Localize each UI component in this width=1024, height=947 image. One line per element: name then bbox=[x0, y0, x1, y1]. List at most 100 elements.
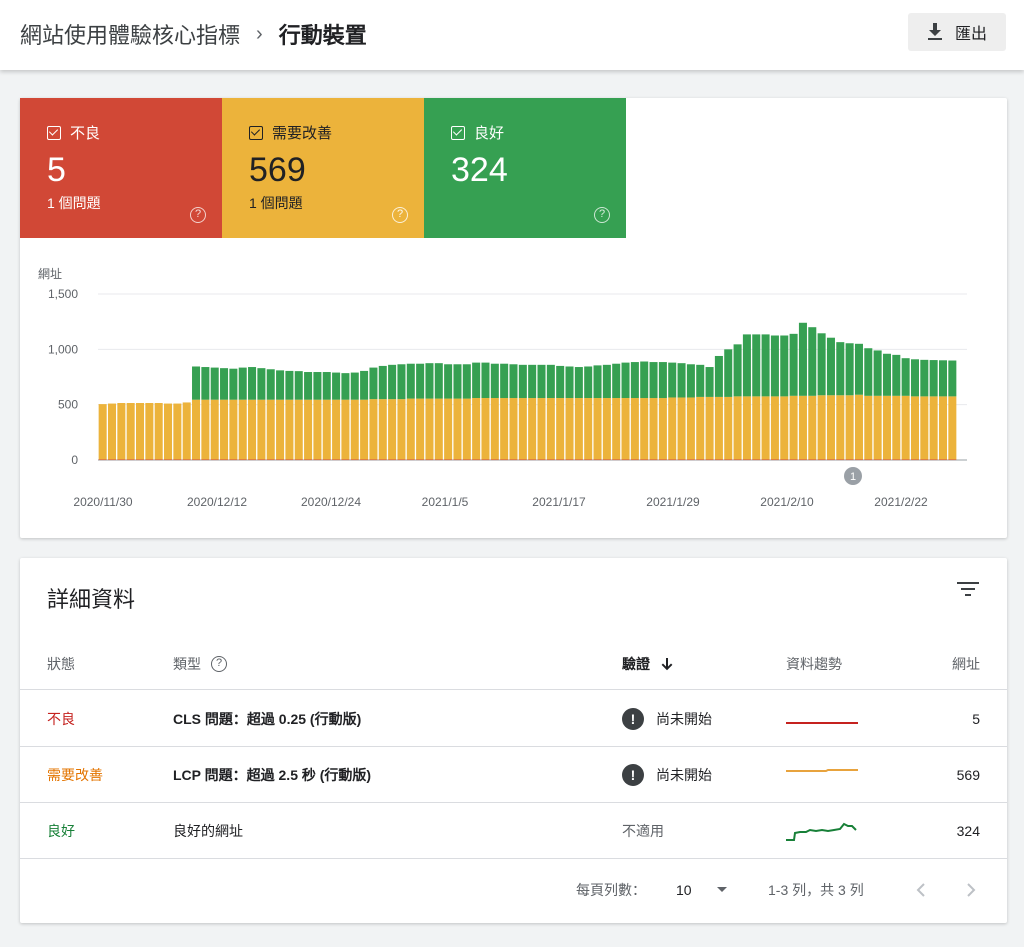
chart-bar-segment[interactable] bbox=[892, 395, 901, 460]
chart-bar-segment[interactable] bbox=[808, 395, 817, 460]
chart-bar-segment[interactable] bbox=[798, 395, 807, 460]
chart-bar-segment[interactable] bbox=[294, 371, 303, 400]
next-page-button[interactable] bbox=[965, 868, 977, 912]
chart-bar-segment[interactable] bbox=[416, 459, 425, 461]
chart-bar-segment[interactable] bbox=[266, 369, 275, 400]
chart-bar-segment[interactable] bbox=[238, 459, 247, 461]
chart-bar-segment[interactable] bbox=[630, 362, 639, 399]
chart-bar-segment[interactable] bbox=[257, 368, 266, 400]
chart-bar-segment[interactable] bbox=[845, 459, 854, 461]
chart-bar-segment[interactable] bbox=[434, 459, 443, 461]
chart-bar-segment[interactable] bbox=[192, 459, 201, 461]
chart-bar-segment[interactable] bbox=[546, 398, 555, 460]
col-header-type[interactable]: 類型 ? bbox=[173, 638, 227, 689]
chart-bar-segment[interactable] bbox=[276, 370, 285, 400]
help-icon[interactable]: ? bbox=[392, 207, 408, 223]
chart-bar-segment[interactable] bbox=[472, 362, 481, 399]
chart-bar-segment[interactable] bbox=[201, 367, 210, 400]
chart-bar-segment[interactable] bbox=[789, 395, 798, 460]
chart-bar-segment[interactable] bbox=[173, 459, 182, 461]
filter-icon[interactable] bbox=[957, 580, 979, 598]
rows-per-page-select[interactable]: 10 bbox=[676, 868, 728, 912]
chart-bar-segment[interactable] bbox=[350, 372, 359, 400]
chart-bar-segment[interactable] bbox=[546, 459, 555, 461]
chart-bar-segment[interactable] bbox=[733, 396, 742, 460]
chart-bar-segment[interactable] bbox=[640, 398, 649, 460]
table-row[interactable]: 良好 良好的網址 不適用 324 bbox=[20, 803, 1007, 859]
chart-bar-segment[interactable] bbox=[229, 399, 238, 460]
col-header-status[interactable]: 狀態 bbox=[47, 638, 75, 689]
chart-bar-segment[interactable] bbox=[164, 403, 173, 460]
chart-bar-segment[interactable] bbox=[434, 363, 443, 399]
chart-bar-segment[interactable] bbox=[341, 399, 350, 460]
chart-bar-segment[interactable] bbox=[537, 459, 546, 461]
chart-bar-segment[interactable] bbox=[397, 364, 406, 400]
chart-bar-segment[interactable] bbox=[257, 399, 266, 460]
chart-bar-segment[interactable] bbox=[360, 399, 369, 460]
chart-bar-segment[interactable] bbox=[444, 364, 453, 399]
chart-bar-segment[interactable] bbox=[528, 459, 537, 461]
chart-bar-segment[interactable] bbox=[948, 459, 957, 461]
chart-bar-segment[interactable] bbox=[332, 399, 341, 460]
chart-bar-segment[interactable] bbox=[481, 459, 490, 461]
chart-bar-segment[interactable] bbox=[238, 367, 247, 400]
checkbox-checked-icon[interactable] bbox=[249, 125, 263, 140]
chart-bar-segment[interactable] bbox=[658, 459, 667, 461]
help-icon[interactable]: ? bbox=[190, 207, 206, 223]
chart-bar-segment[interactable] bbox=[518, 364, 527, 399]
chart-bar-segment[interactable] bbox=[453, 364, 462, 399]
chart-bar-segment[interactable] bbox=[910, 359, 919, 397]
chart-bar-segment[interactable] bbox=[350, 399, 359, 460]
chart-bar-segment[interactable] bbox=[770, 396, 779, 460]
chart-bar-segment[interactable] bbox=[360, 370, 369, 400]
chart-bar-segment[interactable] bbox=[584, 459, 593, 461]
checkbox-checked-icon[interactable] bbox=[451, 125, 465, 140]
previous-page-button[interactable] bbox=[915, 868, 927, 912]
chart-bar-segment[interactable] bbox=[117, 459, 126, 461]
chart-bar-segment[interactable] bbox=[574, 367, 583, 399]
chart-bar-segment[interactable] bbox=[565, 398, 574, 460]
col-header-urls[interactable]: 網址 bbox=[952, 638, 980, 689]
chart-bar-segment[interactable] bbox=[724, 459, 733, 461]
chart-bar-segment[interactable] bbox=[518, 459, 527, 461]
chart-bar-segment[interactable] bbox=[817, 459, 826, 461]
chart-bar-segment[interactable] bbox=[668, 362, 677, 398]
chart-bar-segment[interactable] bbox=[752, 459, 761, 461]
chart-bar-segment[interactable] bbox=[313, 459, 322, 461]
chart-bar-segment[interactable] bbox=[649, 459, 658, 461]
chart-bar-segment[interactable] bbox=[910, 396, 919, 460]
chart-bar-segment[interactable] bbox=[369, 399, 378, 460]
chart-bar-segment[interactable] bbox=[686, 364, 695, 398]
chart-bar-segment[interactable] bbox=[481, 398, 490, 460]
chart-bar-segment[interactable] bbox=[313, 372, 322, 400]
chart-bar-segment[interactable] bbox=[294, 399, 303, 460]
chart-bar-segment[interactable] bbox=[192, 366, 201, 400]
chart-bar-segment[interactable] bbox=[892, 459, 901, 461]
chart-bar-segment[interactable] bbox=[602, 459, 611, 461]
chart-bar-segment[interactable] bbox=[406, 459, 415, 461]
tile-poor[interactable]: 不良 5 1 個問題 ? bbox=[20, 98, 222, 238]
chart-bar-segment[interactable] bbox=[528, 364, 537, 399]
chart-bar-segment[interactable] bbox=[556, 398, 565, 460]
chart-bar-segment[interactable] bbox=[574, 398, 583, 460]
chart-bar-segment[interactable] bbox=[640, 361, 649, 399]
chart-bar-segment[interactable] bbox=[873, 459, 882, 461]
chart-bar-segment[interactable] bbox=[248, 367, 257, 400]
breadcrumb-parent[interactable]: 網站使用體驗核心指標 bbox=[20, 18, 240, 50]
chart-bar-segment[interactable] bbox=[388, 399, 397, 460]
chart-bar-segment[interactable] bbox=[761, 396, 770, 460]
chart-bar-segment[interactable] bbox=[910, 459, 919, 461]
chart-bar-segment[interactable] bbox=[817, 333, 826, 396]
chart-bar-segment[interactable] bbox=[612, 459, 621, 461]
chart-bar-segment[interactable] bbox=[696, 364, 705, 397]
chart-bar-segment[interactable] bbox=[602, 398, 611, 460]
chart-bar-segment[interactable] bbox=[453, 398, 462, 460]
chart-bar-segment[interactable] bbox=[322, 399, 331, 460]
chart-bar-segment[interactable] bbox=[341, 459, 350, 461]
chart-bar-segment[interactable] bbox=[630, 459, 639, 461]
help-icon[interactable]: ? bbox=[211, 655, 227, 672]
chart-bar-segment[interactable] bbox=[537, 364, 546, 399]
chart-bar-segment[interactable] bbox=[677, 363, 686, 398]
chart-bar-segment[interactable] bbox=[210, 367, 219, 400]
chart-bar-segment[interactable] bbox=[742, 396, 751, 460]
